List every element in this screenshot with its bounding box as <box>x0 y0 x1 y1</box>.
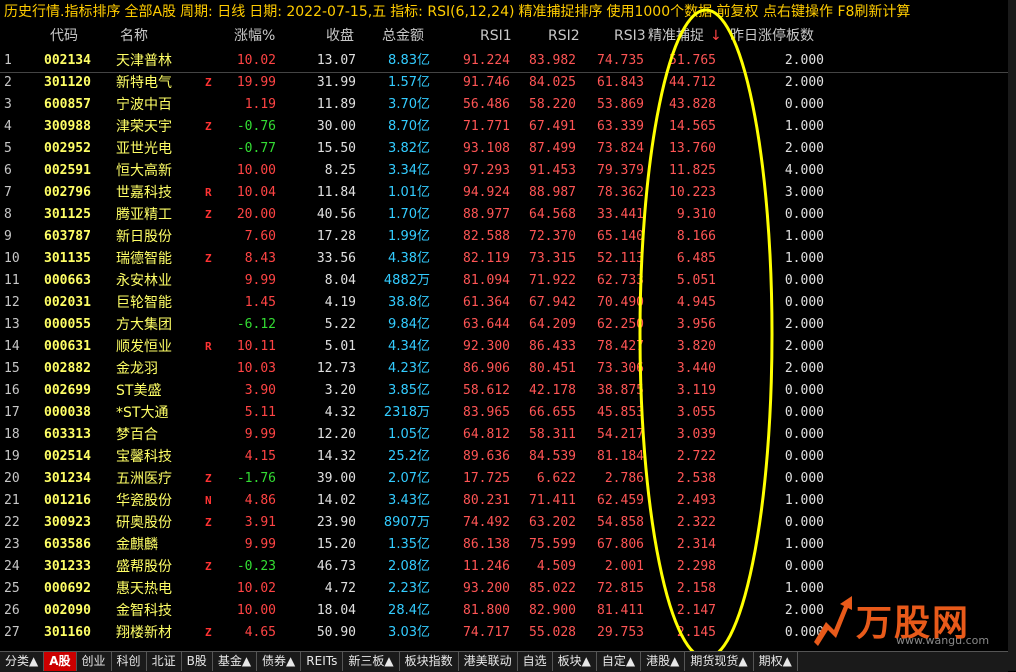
watermark-arrow-icon <box>814 596 852 646</box>
highlight-ellipse <box>638 8 774 660</box>
watermark-logo: 万股网 www.wangu.com <box>810 592 1006 650</box>
tab-item[interactable]: 新三板▲ <box>343 652 400 671</box>
tab-item[interactable]: 港股▲ <box>641 652 686 671</box>
tab-item[interactable]: 板块指数 <box>400 652 459 671</box>
tab-item[interactable]: 板块▲ <box>553 652 597 671</box>
tab-item[interactable]: 自选 <box>518 652 553 671</box>
tab-item[interactable]: 港美联动 <box>459 652 518 671</box>
tab-item[interactable]: 科创 <box>112 652 147 671</box>
tab-item[interactable]: 期权▲ <box>754 652 798 671</box>
tab-item[interactable]: B股 <box>182 652 213 671</box>
tab-item[interactable]: REITs <box>301 652 344 671</box>
bottom-tab-bar: 分类▲ A股 创业 科创 北证 B股 基金▲ 债券▲ REITs 新三板▲ 板块指数 港美联动 自选 板块… <box>0 651 1008 672</box>
tab-item[interactable]: 分类▲ <box>0 652 45 671</box>
tab-item[interactable]: 北证 <box>147 652 182 671</box>
tab-item[interactable]: 自定▲ <box>597 652 642 671</box>
tab-item[interactable]: 期货现货▲ <box>685 652 754 671</box>
tab-item[interactable]: 创业 <box>77 652 112 671</box>
watermark-url: www.wangu.com <box>896 634 990 647</box>
tab-item[interactable]: A股 <box>44 652 77 671</box>
tab-item[interactable]: 债券▲ <box>257 652 302 671</box>
tab-item[interactable]: 基金▲ <box>213 652 258 671</box>
